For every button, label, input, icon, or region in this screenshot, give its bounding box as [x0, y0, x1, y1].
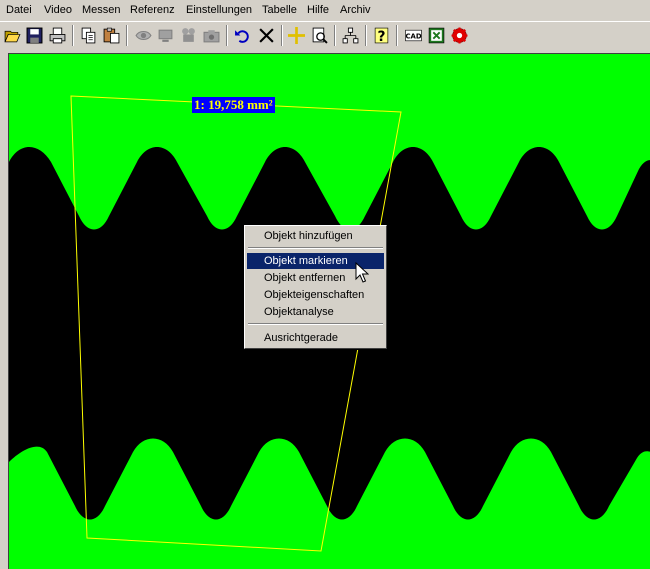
menu-video[interactable]: Video [44, 3, 72, 17]
toolbar-separator [396, 25, 398, 46]
measurement-label: 1: 19,758 mm² [192, 97, 275, 113]
menubar: Datei Video Messen Referenz Einstellunge… [0, 0, 650, 19]
ctx-item-ausrichtgerade[interactable]: Ausrichtgerade [247, 330, 384, 346]
undo-icon[interactable] [232, 25, 253, 46]
toolbar-separator [281, 25, 283, 46]
open-folder-icon[interactable] [2, 25, 23, 46]
toolbar-separator [226, 25, 228, 46]
context-menu: Objekt hinzufügen Objekt markieren Objek… [244, 225, 387, 349]
menu-referenz[interactable]: Referenz [130, 3, 175, 17]
cad-export-label: CAD [405, 33, 421, 41]
toolbar-separator [126, 25, 128, 46]
save-disk-icon[interactable] [24, 25, 45, 46]
help-question-icon[interactable]: ? [371, 25, 392, 46]
excel-export-icon[interactable] [426, 25, 447, 46]
delete-x-icon[interactable] [256, 25, 277, 46]
mouse-pointer-icon [355, 262, 369, 283]
toolbar-separator [72, 25, 74, 46]
toolbar-separator [365, 25, 367, 46]
paste-icon[interactable] [101, 25, 122, 46]
tree-network-icon[interactable] [340, 25, 361, 46]
eye-icon[interactable] [133, 25, 154, 46]
page-zoom-icon[interactable] [309, 25, 330, 46]
photo-camera-icon[interactable] [201, 25, 222, 46]
toolbar-separator [334, 25, 336, 46]
ctx-item-objekt-hinzufuegen[interactable]: Objekt hinzufügen [247, 228, 384, 244]
menu-hilfe[interactable]: Hilfe [307, 3, 329, 17]
menu-einstellungen[interactable]: Einstellungen [186, 3, 252, 17]
ctx-item-objekteigenschaften[interactable]: Objekteigenschaften [247, 287, 384, 303]
menu-archiv[interactable]: Archiv [340, 3, 371, 17]
video-camera-icon[interactable] [178, 25, 199, 46]
print-icon[interactable] [47, 25, 68, 46]
cad-export-icon[interactable]: CAD [403, 25, 424, 46]
ctx-item-objektanalyse[interactable]: Objektanalyse [247, 304, 384, 320]
ctx-separator [248, 323, 383, 325]
menu-datei[interactable]: Datei [6, 3, 32, 17]
menu-messen[interactable]: Messen [82, 3, 121, 17]
crosshair-icon[interactable] [286, 25, 307, 46]
menu-tabelle[interactable]: Tabelle [262, 3, 297, 17]
copy-icon[interactable] [78, 25, 99, 46]
ctx-separator [248, 247, 383, 249]
toolbar: ? CAD [0, 21, 650, 50]
svg-text:?: ? [377, 29, 385, 44]
monitor-icon[interactable] [155, 25, 176, 46]
settings-gear-red-icon[interactable] [449, 25, 470, 46]
